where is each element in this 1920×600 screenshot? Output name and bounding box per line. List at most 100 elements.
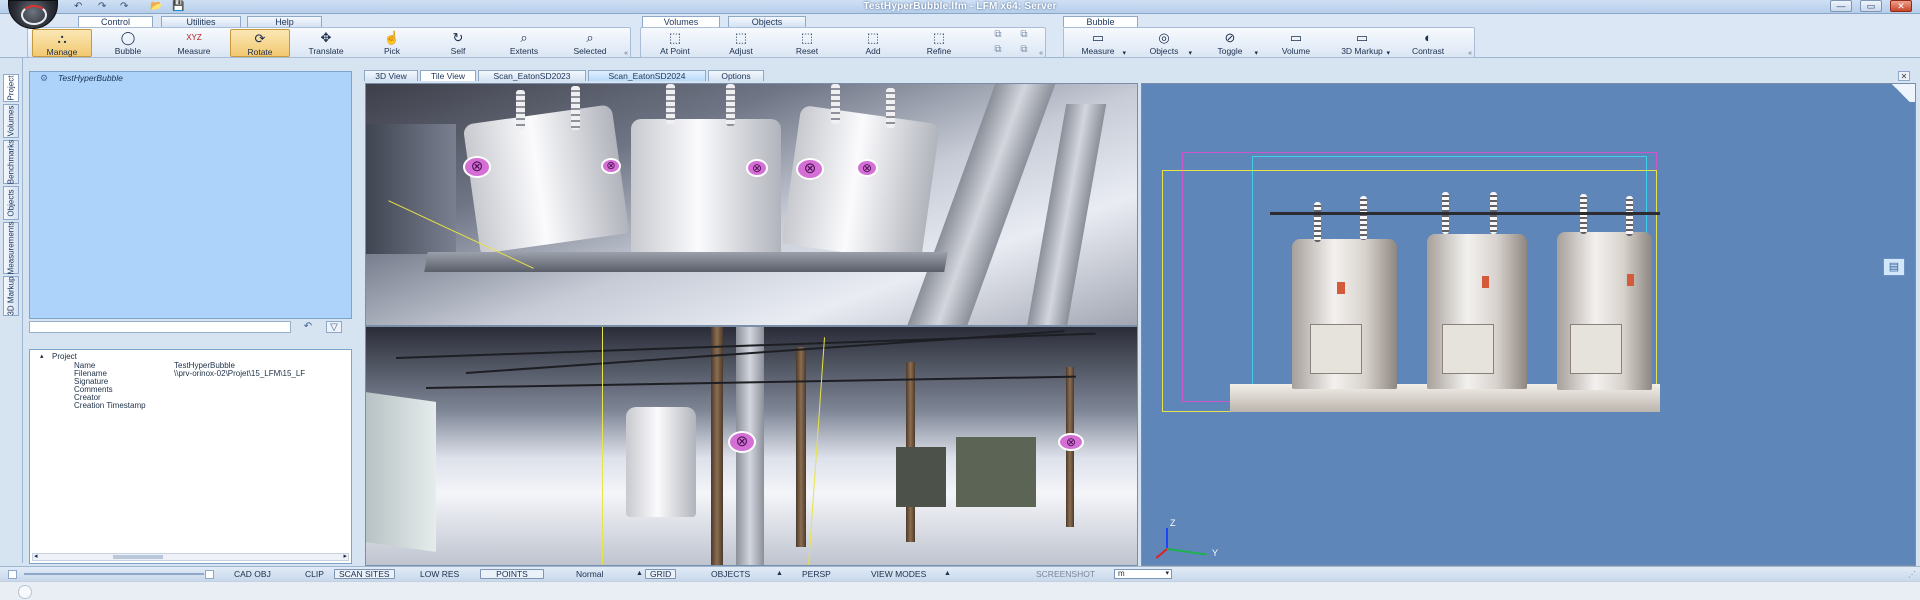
view-tab-options[interactable]: Options	[708, 70, 764, 81]
vtab-measurements[interactable]: Measurements	[3, 222, 19, 274]
horizontal-scrollbar[interactable]: ◂ ▸	[32, 553, 349, 561]
scroll-right-icon[interactable]: ▸	[343, 552, 347, 560]
toggle-cad-obj[interactable]: CAD OBJ	[234, 569, 271, 579]
bubble-marker[interactable]: ⊗	[1058, 433, 1084, 451]
bubble-3d-markup-button[interactable]: ▭ 3D Markup ▾	[1332, 29, 1392, 57]
volume-tool-icon[interactable]: ⧉	[989, 29, 1007, 41]
scroll-left-icon[interactable]: ◂	[34, 552, 38, 560]
bubble-marker[interactable]: ⊗	[856, 159, 878, 177]
control-translate-button[interactable]: ✥ Translate	[296, 29, 356, 57]
volume-tool-icon[interactable]: ⧉	[1015, 44, 1033, 56]
bubble-marker[interactable]: ⊗	[746, 159, 768, 177]
bubble-view-top[interactable]: ⊗ ⊗ ⊗ ⊗ ⊗	[365, 83, 1138, 326]
project-tree-panel[interactable]: ⚙ TestHyperBubble	[29, 71, 352, 319]
group-launcher-icon[interactable]: «	[624, 50, 628, 57]
close-view-button[interactable]: ✕	[1898, 71, 1910, 81]
model-panel	[1310, 324, 1362, 374]
volumes-add-button[interactable]: ⬚ Add	[843, 29, 903, 57]
toggle-points[interactable]: POINTS	[480, 569, 544, 579]
toggle-grid[interactable]: GRID	[645, 569, 677, 579]
steel-beam	[1025, 104, 1107, 325]
bubble-volume-button[interactable]: ▭ Volume	[1266, 29, 1326, 57]
cabinet	[956, 437, 1036, 507]
unit-value: m	[1118, 569, 1125, 578]
tab-utilities[interactable]: Utilities	[161, 16, 241, 27]
view-tab-scan-eatonsd2024[interactable]: Scan_EatonSD2024	[588, 70, 706, 81]
close-button[interactable]: ✕	[1890, 0, 1912, 12]
taskbar-app-icon[interactable]	[18, 585, 32, 599]
view-tab-tile-view[interactable]: Tile View	[420, 70, 476, 81]
render-mode[interactable]: Normal	[576, 569, 603, 579]
minimize-button[interactable]: —	[1830, 0, 1852, 12]
maximize-button[interactable]: ▭	[1860, 0, 1882, 12]
bubble-toggle-button[interactable]: ⊘ Toggle ▾	[1200, 29, 1260, 57]
tab-help[interactable]: Help	[247, 16, 322, 27]
filter-input[interactable]	[29, 321, 291, 333]
volumes-refine-button[interactable]: ⬚ Refine	[909, 29, 969, 57]
render-mode-up-icon[interactable]: ▲	[636, 569, 643, 579]
undo-filter-icon[interactable]: ↶	[300, 321, 316, 333]
volume-tool-icon[interactable]: ⧉	[1015, 29, 1033, 41]
control-self-button[interactable]: ↻ Self	[428, 29, 488, 57]
property-value: \\prv-orinox-02\Projet\15_LFM\15_LF	[174, 369, 306, 378]
bushing	[516, 90, 525, 130]
manage-icon: ⛬	[57, 31, 67, 46]
prop-group-label: Project	[52, 352, 77, 361]
vtab-benchmarks[interactable]: Benchmarks	[3, 140, 19, 184]
bubble-measure-button[interactable]: ▭ Measure ▾	[1068, 29, 1128, 57]
view-modes-up-icon[interactable]: ▲	[944, 569, 951, 579]
vtab-volumes[interactable]: Volumes	[3, 104, 19, 138]
control-measure-button[interactable]: XYZ Measure	[164, 29, 224, 57]
vtab-objects[interactable]: Objects	[3, 186, 19, 220]
control-pick-button[interactable]: ☝ Pick	[362, 29, 422, 57]
vtab-3d-markup[interactable]: 3D Markup	[3, 276, 19, 316]
group-launcher-icon[interactable]: «	[1468, 50, 1472, 57]
collapse-arrow-icon[interactable]: ▴	[40, 353, 44, 361]
control-bubble-button[interactable]: ◯ Bubble	[98, 29, 158, 57]
3d-point-cloud-view[interactable]: ▤ Z Y	[1141, 83, 1916, 566]
status-checkbox[interactable]	[205, 570, 214, 579]
volumes-at-point-button[interactable]: ⬚ At Point	[645, 29, 705, 57]
bubble-view-bottom[interactable]: ⊗ ⊗	[365, 326, 1138, 566]
resize-grip-icon[interactable]: ⋰	[1908, 570, 1916, 579]
screenshot-button[interactable]: SCREENSHOT	[1036, 569, 1095, 579]
tree-root-item[interactable]: TestHyperBubble	[58, 73, 123, 83]
vtab-project[interactable]: Project	[3, 74, 19, 102]
control-extents-button[interactable]: ⌕ Extents	[494, 29, 554, 57]
bubble-objects-button[interactable]: ◎ Objects ▾	[1134, 29, 1194, 57]
side-panel-toggle-icon[interactable]: ▤	[1883, 258, 1905, 276]
view-tab-scan-eatonsd2023[interactable]: Scan_EatonSD2023	[478, 70, 586, 81]
apply-filter-icon[interactable]: ▽	[326, 321, 342, 333]
toggle-persp[interactable]: PERSP	[802, 569, 831, 579]
scrollbar-thumb[interactable]	[113, 555, 163, 559]
tab-control[interactable]: Control	[78, 16, 153, 27]
model-tag	[1337, 282, 1345, 294]
unit-select[interactable]: m ▾	[1114, 569, 1172, 579]
status-checkbox[interactable]	[8, 570, 17, 579]
tab-volumes[interactable]: Volumes	[642, 16, 720, 27]
toggle-objects[interactable]: OBJECTS	[711, 569, 750, 579]
objects-up-icon[interactable]: ▲	[776, 569, 783, 579]
tab-objects[interactable]: Objects	[728, 16, 806, 27]
toggle-clip[interactable]: CLIP	[305, 569, 324, 579]
group-launcher-icon[interactable]: «	[1039, 50, 1043, 57]
title-bar: ↶ ↷ ↷ 📂 💾 TestHyperBubble.lfm - LFM x64:…	[0, 0, 1920, 14]
view-tab-3d-view[interactable]: 3D View	[364, 70, 418, 81]
control-selected-button[interactable]: ⌕ Selected	[560, 29, 620, 57]
bubble-icon: ◯	[120, 30, 136, 45]
bubble-contrast-button[interactable]: ◐ Contrast	[1398, 29, 1458, 57]
status-slider[interactable]	[24, 573, 204, 575]
bubble-marker[interactable]: ⊗	[463, 156, 491, 178]
volumes-adjust-button[interactable]: ⬚ Adjust	[711, 29, 771, 57]
bubble-marker[interactable]: ⊗	[601, 158, 621, 174]
volumes-reset-button[interactable]: ⬚ Reset	[777, 29, 837, 57]
control-rotate-button[interactable]: ⟳ Rotate	[230, 29, 290, 57]
control-manage-button[interactable]: ⛬ Manage	[32, 29, 92, 57]
view-modes[interactable]: VIEW MODES	[871, 569, 926, 579]
toggle-low-res[interactable]: LOW RES	[420, 569, 459, 579]
toggle-scan-sites[interactable]: SCAN SITES	[334, 569, 395, 579]
bubble-marker[interactable]: ⊗	[728, 431, 756, 453]
volume-tool-icon[interactable]: ⧉	[989, 44, 1007, 56]
tab-bubble[interactable]: Bubble	[1063, 16, 1138, 27]
bubble-marker[interactable]: ⊗	[796, 158, 824, 180]
